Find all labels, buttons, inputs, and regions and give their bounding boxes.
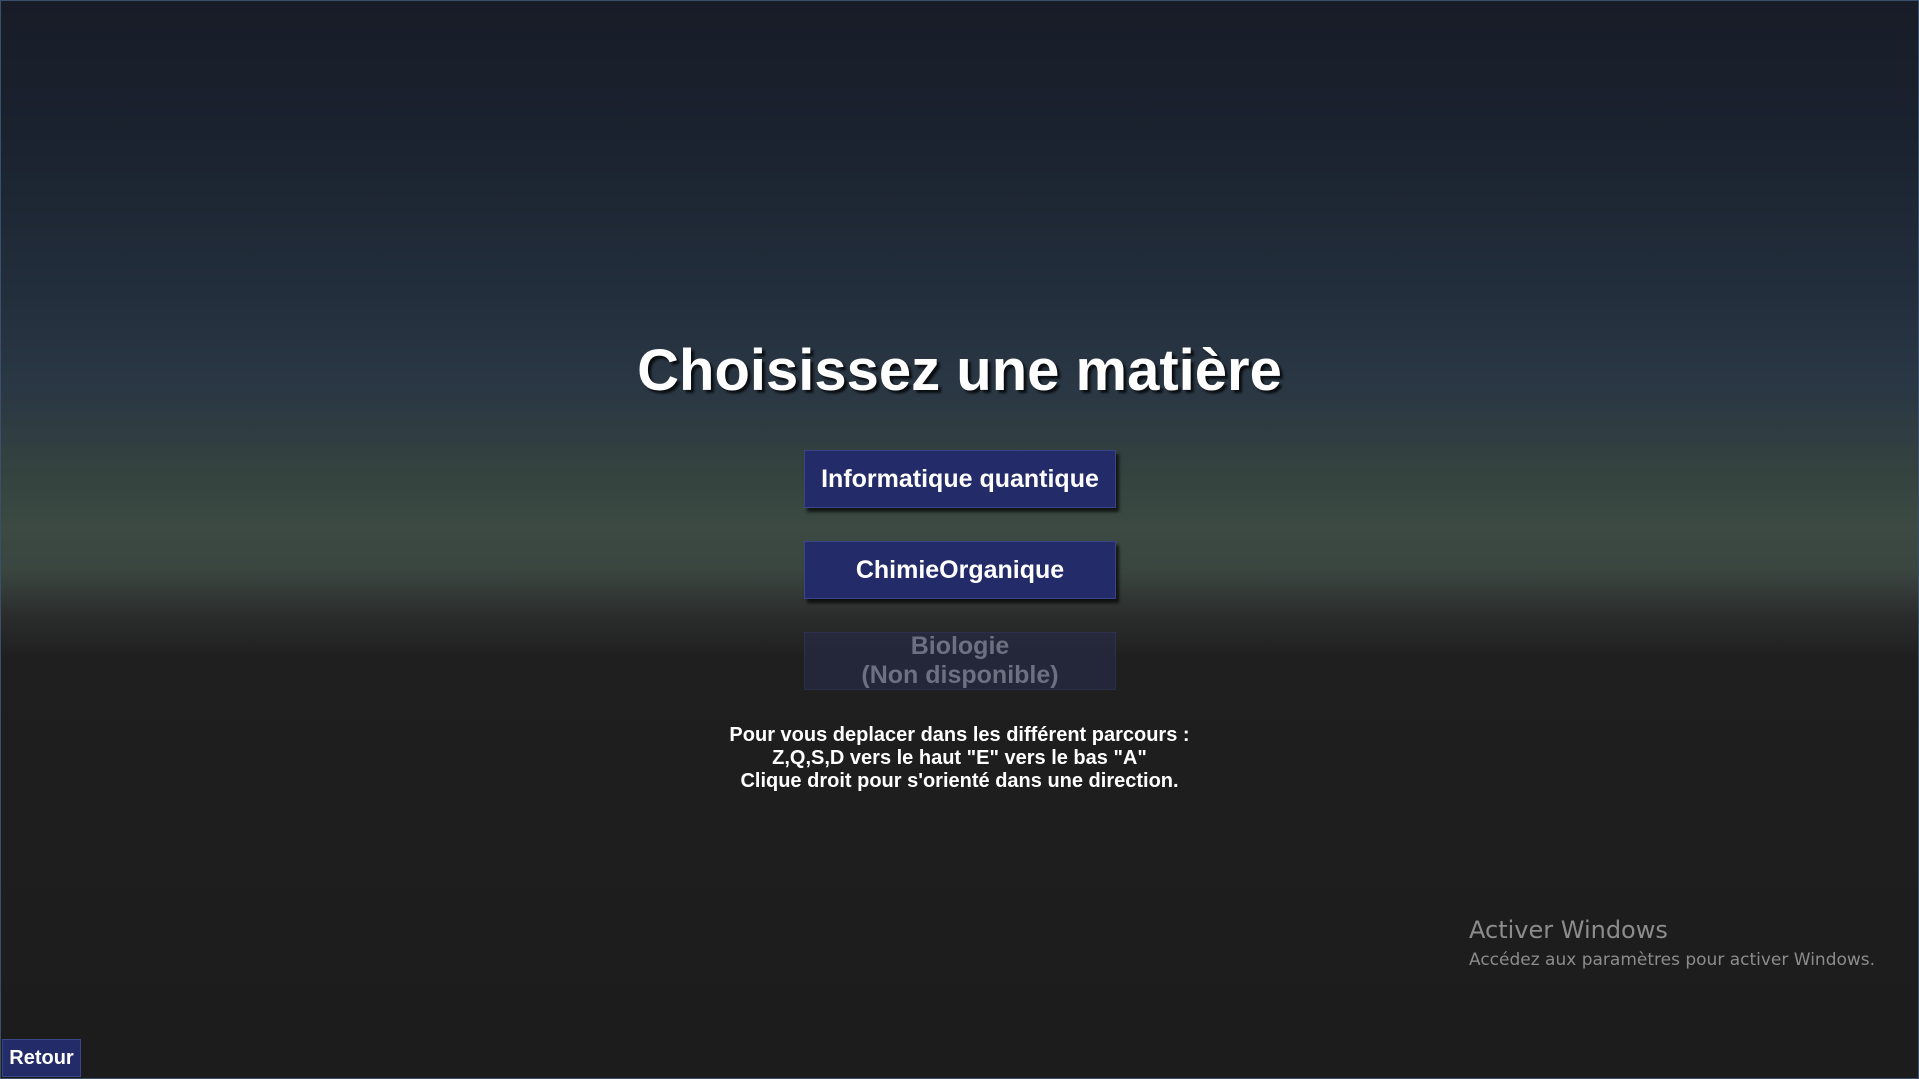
back-button[interactable]: Retour — [2, 1039, 81, 1077]
instruction-line: Z,Q,S,D vers le haut "E" vers le bas "A" — [772, 747, 1147, 769]
watermark-title: Activer Windows — [1469, 916, 1668, 944]
instruction-line: Clique droit pour s'orienté dans une dir… — [740, 770, 1179, 792]
windows-activation-watermark: Activer Windows Accédez aux paramètres p… — [1469, 915, 1875, 972]
chimie-organique-button[interactable]: ChimieOrganique — [804, 541, 1116, 599]
instruction-line: Pour vous deplacer dans les différent pa… — [729, 724, 1190, 746]
controls-instructions: Pour vous deplacer dans les différent pa… — [0, 724, 1919, 793]
biologie-button-disabled: Biologie (Non disponible) — [804, 632, 1116, 690]
informatique-quantique-button[interactable]: Informatique quantique — [804, 450, 1116, 508]
non-disponible-label: (Non disponible) — [861, 661, 1059, 689]
page-title: Choisissez une matière — [637, 338, 1282, 403]
biologie-label: Biologie — [910, 632, 1010, 660]
watermark-subtitle: Accédez aux paramètres pour activer Wind… — [1469, 950, 1876, 970]
